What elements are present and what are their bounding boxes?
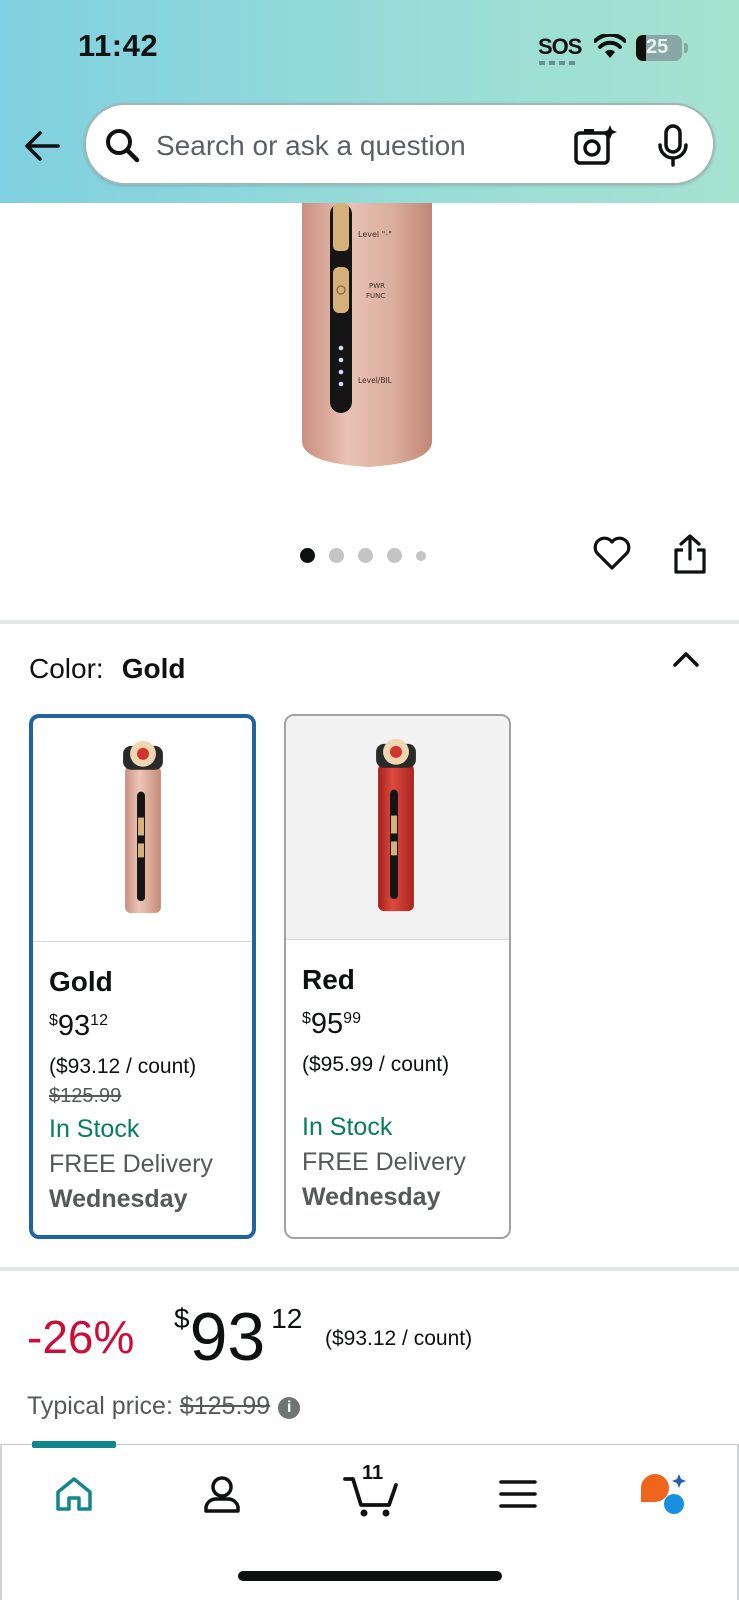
carousel-dot-5[interactable]	[416, 550, 426, 561]
app-header: 11:42 SOS 25 Search or ask a question	[0, 0, 739, 203]
swatch-delivery-day: Wednesday	[49, 1185, 188, 1213]
swatch-gold-image	[33, 740, 252, 942]
home-indicator	[238, 1571, 502, 1581]
battery-cap	[684, 43, 688, 53]
price-cents: 12	[90, 1012, 108, 1029]
swatch-stock-status: In Stock	[49, 1115, 140, 1143]
discount-percent: -26%	[27, 1311, 135, 1363]
price-per-count: ($93.12 / count)	[325, 1327, 473, 1350]
carousel-dot-3[interactable]	[358, 548, 373, 563]
cart-count-badge: 11	[362, 1462, 384, 1484]
camera-sparkle-icon[interactable]	[572, 123, 618, 169]
swatch-unit-price: ($95.99 / count)	[302, 1053, 450, 1076]
wifi-icon	[594, 34, 626, 58]
carousel-dot-1[interactable]	[300, 548, 315, 563]
sos-indicator: SOS	[538, 34, 582, 59]
nav-active-indicator	[32, 1441, 116, 1448]
swatch-stock-status: In Stock	[302, 1113, 393, 1141]
price-cents: 99	[343, 1010, 361, 1027]
label-level-bil: Level/BIL	[358, 376, 393, 385]
price-whole: 95	[310, 1008, 344, 1040]
chevron-up-icon[interactable]	[670, 647, 702, 671]
swatch-delivery: FREE Delivery	[49, 1150, 213, 1178]
currency-symbol: $	[302, 1010, 311, 1027]
swatch-price: $9599	[302, 1004, 501, 1039]
share-icon[interactable]	[672, 533, 708, 575]
search-input[interactable]: Search or ask a question	[156, 130, 466, 162]
nav-home[interactable]	[44, 1464, 104, 1524]
nav-rufus[interactable]	[632, 1464, 692, 1524]
price-whole: 93	[57, 1010, 91, 1042]
heart-icon[interactable]	[592, 533, 632, 573]
swatch-unit-price: ($93.12 / count)	[49, 1055, 197, 1078]
current-price: $93 12	[174, 1298, 302, 1376]
nav-account[interactable]	[192, 1464, 252, 1524]
info-icon[interactable]: i	[278, 1397, 301, 1419]
carousel-dot-2[interactable]	[329, 548, 344, 563]
battery-level: 25	[646, 36, 669, 58]
typical-price-label: Typical price:	[27, 1392, 173, 1420]
swatch-delivery: FREE Delivery	[302, 1148, 466, 1176]
swatch-name: Gold	[49, 966, 113, 997]
typical-price-value: $125.99	[179, 1392, 271, 1420]
label-level-minus: Level "-"	[358, 230, 392, 239]
currency-symbol: $	[49, 1012, 58, 1029]
image-carousel-dots[interactable]	[300, 548, 426, 563]
nav-cart[interactable]: 11	[338, 1462, 404, 1524]
back-arrow-icon[interactable]	[20, 124, 64, 168]
currency-symbol: $	[174, 1303, 190, 1334]
account-icon	[204, 1476, 240, 1513]
price-cents: 12	[271, 1303, 303, 1334]
swatch-gold-details: Gold $9312 ($93.12 / count) $125.99 In S…	[49, 966, 244, 1214]
swatch-delivery-day: Wednesday	[302, 1183, 441, 1211]
swatch-list-price	[302, 1083, 501, 1107]
swatch-name: Red	[302, 964, 355, 995]
label-func: FUNC	[366, 292, 385, 300]
carousel-dot-4[interactable]	[387, 548, 402, 563]
section-divider	[0, 620, 739, 624]
menu-icon	[499, 1480, 537, 1508]
home-icon	[56, 1477, 92, 1511]
color-selector-header: Color: Gold	[29, 653, 185, 685]
price-whole: 93	[189, 1299, 266, 1375]
color-selected-value: Gold	[121, 653, 186, 684]
color-label: Color:	[29, 653, 104, 684]
search-icon	[106, 129, 140, 163]
signal-dots	[539, 61, 577, 65]
swatch-red-details: Red $9599 ($95.99 / count) In Stock FREE…	[302, 964, 501, 1212]
nav-menu[interactable]	[488, 1464, 548, 1524]
product-image[interactable]: Level "-" PWR FUNC Level/BIL	[302, 203, 434, 471]
typical-price: Typical price: $125.99 i	[27, 1392, 301, 1421]
swatch-gold[interactable]: Gold $9312 ($93.12 / count) $125.99 In S…	[29, 714, 256, 1239]
search-bar[interactable]: Search or ask a question	[84, 103, 715, 185]
swatch-price: $9312	[49, 1006, 244, 1041]
swatch-red-image	[286, 716, 509, 940]
rufus-chat-icon	[641, 1474, 686, 1514]
swatch-list-price: $125.99	[49, 1085, 122, 1107]
label-pwr: PWR	[369, 282, 385, 290]
status-time: 11:42	[78, 28, 159, 63]
microphone-icon[interactable]	[656, 123, 690, 169]
swatch-red[interactable]: Red $9599 ($95.99 / count) In Stock FREE…	[284, 714, 511, 1239]
battery-icon: 25	[636, 35, 682, 61]
section-divider	[0, 1267, 739, 1271]
